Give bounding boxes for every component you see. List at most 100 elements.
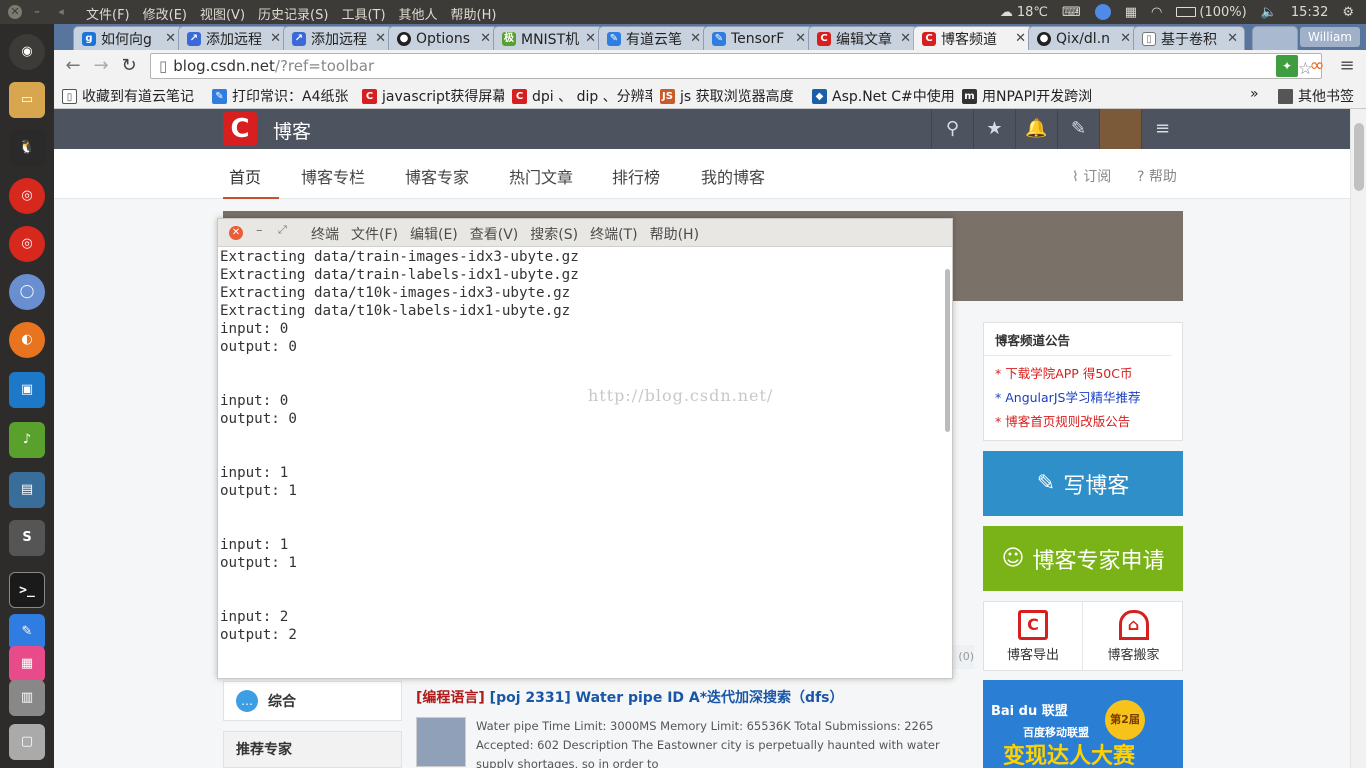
wifi-icon[interactable]: ◠ — [1151, 5, 1162, 20]
close-icon[interactable]: ✕ — [900, 31, 911, 46]
author-avatar[interactable] — [416, 717, 466, 767]
bookmark-item[interactable]: ▯ 收藏到有道云笔记 — [62, 86, 202, 106]
address-bar[interactable]: ▯ blog.csdn.net/?ref=toolbar ☆ — [150, 53, 1322, 79]
terminal-menu-help[interactable]: 帮助(H) — [650, 224, 699, 244]
expert-apply-button[interactable]: ☺ 博客专家申请 — [983, 526, 1183, 591]
article-category[interactable]: [编程语言] — [416, 690, 485, 706]
remote-desktop-icon[interactable]: ▣ — [9, 372, 45, 408]
menu-history[interactable]: 历史记录(S) — [258, 4, 328, 23]
notification-bell-icon[interactable]: 🔔 — [1015, 109, 1057, 149]
menu-icon[interactable]: ≡ — [1336, 55, 1358, 77]
tab[interactable]: 极 MNIST机 ✕ — [493, 26, 603, 50]
menu-file[interactable]: 文件(F) — [86, 4, 130, 23]
calendar-icon[interactable]: ▦ — [1125, 5, 1137, 20]
menu-help[interactable]: 帮助(H) — [451, 4, 497, 23]
tab-active[interactable]: C 博客频道 ✕ — [913, 26, 1033, 50]
terminal-output[interactable]: Extracting data/train-images-idx3-ubyte.… — [220, 248, 940, 678]
close-icon[interactable]: ✕ — [1015, 31, 1026, 46]
baidu-union-ad[interactable]: Bai du 联盟 第2届 百度移动联盟 变现达人大赛 — [983, 680, 1183, 768]
nav-home[interactable]: 首页 — [229, 164, 261, 188]
nav-hot[interactable]: 热门文章 — [509, 164, 573, 188]
menu-edit[interactable]: 修改(E) — [143, 4, 187, 23]
volume-icon[interactable]: 🔈 — [1261, 5, 1277, 20]
close-icon[interactable]: ✕ — [795, 31, 806, 46]
window-close-icon[interactable]: ✕ — [8, 5, 22, 19]
subscribe-link[interactable]: ⌇ 订阅 — [1072, 166, 1111, 186]
keyboard-icon[interactable]: ⌨ — [1062, 5, 1081, 20]
edit-icon[interactable]: ✎ — [1057, 109, 1099, 149]
terminal-menu-terminal[interactable]: 终端(T) — [590, 224, 637, 244]
announcement-item[interactable]: * AngularJS学习精华推荐 — [984, 386, 1182, 410]
tab[interactable]: ✎ TensorF ✕ — [703, 26, 813, 50]
blog-export-button[interactable]: C 博客导出 — [984, 602, 1083, 670]
tab[interactable]: ▯ 基于卷积 ✕ — [1133, 26, 1245, 50]
profile-button[interactable]: William — [1300, 27, 1360, 47]
close-icon[interactable]: ✕ — [1227, 31, 1238, 46]
new-tab-button[interactable] — [1252, 26, 1298, 50]
menu-others[interactable]: 其他人 — [399, 4, 438, 23]
tab[interactable]: ● Qix/dl.n ✕ — [1028, 26, 1138, 50]
ubuntu-dash-icon[interactable]: ◉ — [9, 34, 45, 70]
bookmark-item[interactable]: JS js 获取浏览器高度 — [660, 86, 802, 106]
netease-music-icon-2[interactable]: ◎ — [9, 226, 45, 262]
user-avatar[interactable] — [1099, 109, 1141, 149]
weather-cloud-icon[interactable]: ☁ — [1000, 5, 1013, 20]
close-icon[interactable]: ✕ — [270, 31, 281, 46]
back-arrow-icon[interactable]: ← — [62, 55, 84, 77]
bookmarks-overflow-button[interactable]: » — [1250, 86, 1259, 102]
files-icon[interactable]: ▭ — [9, 82, 45, 118]
bookmark-item[interactable]: ✎ 打印常识：A4纸张 — [212, 86, 352, 106]
terminal-window[interactable]: ✕ – ⤢ 终端 文件(F) 编辑(E) 查看(V) 搜索(S) 终端(T) 帮… — [217, 218, 953, 679]
close-icon[interactable]: ✕ — [690, 31, 701, 46]
article-title-line[interactable]: [编程语言] [poj 2331] Water pipe ID A*迭代加深搜索… — [416, 687, 976, 707]
nav-experts[interactable]: 博客专家 — [405, 164, 469, 188]
close-icon[interactable]: ✕ — [375, 31, 386, 46]
page-scrollbar[interactable] — [1350, 109, 1366, 768]
trash-icon[interactable]: ▥ — [9, 680, 45, 716]
extension-leaf-icon[interactable]: ✦ — [1276, 55, 1298, 77]
image-viewer-icon[interactable]: ▤ — [9, 472, 45, 508]
blog-move-button[interactable]: ⌂ 博客搬家 — [1084, 602, 1183, 670]
temperature-label[interactable]: 18℃ — [1017, 5, 1048, 20]
search-icon[interactable]: ⚲ — [931, 109, 973, 149]
help-link[interactable]: ? 帮助 — [1137, 166, 1177, 186]
bookmark-item[interactable]: Cdpi 、 dip 、分辨率 — [512, 86, 652, 106]
music-player-icon[interactable]: ♪ — [9, 422, 45, 458]
terminal-icon[interactable]: >_ — [9, 572, 45, 608]
gear-icon[interactable]: ⚙ — [1342, 5, 1354, 20]
sublime-text-icon[interactable]: S — [9, 520, 45, 556]
terminal-minimize-icon[interactable]: – — [256, 223, 263, 238]
app-icon-bottom[interactable]: ▢ — [9, 724, 45, 760]
reload-icon[interactable]: ↻ — [118, 55, 140, 77]
tab[interactable]: ✎ 有道云笔 ✕ — [598, 26, 708, 50]
forward-arrow-icon[interactable]: → — [90, 55, 112, 77]
hamburger-menu-icon[interactable]: ≡ — [1141, 109, 1183, 149]
scrollbar-thumb[interactable] — [1354, 123, 1364, 191]
tab[interactable]: ↗ 添加远程 ✕ — [283, 26, 393, 50]
battery-label[interactable]: (100%) — [1199, 5, 1246, 20]
terminal-titlebar[interactable]: ✕ – ⤢ 终端 文件(F) 编辑(E) 查看(V) 搜索(S) 终端(T) 帮… — [218, 219, 952, 247]
category-comprehensive[interactable]: … 综合 — [223, 681, 402, 721]
terminal-maximize-icon[interactable]: ⤢ — [278, 223, 287, 237]
window-restore-icon[interactable]: ◂ — [54, 5, 68, 19]
terminal-scrollbar[interactable] — [945, 269, 950, 432]
csdn-logo[interactable]: C — [223, 112, 257, 146]
nav-columns[interactable]: 博客专栏 — [301, 164, 365, 188]
announcement-item[interactable]: * 博客首页规则改版公告 — [984, 410, 1182, 434]
terminal-menu-search[interactable]: 搜索(S) — [530, 224, 578, 244]
terminal-menu-app[interactable]: 终端 — [311, 224, 339, 244]
menu-view[interactable]: 视图(V) — [200, 4, 245, 23]
terminal-close-icon[interactable]: ✕ — [229, 226, 243, 240]
menu-tools[interactable]: 工具(T) — [341, 4, 385, 23]
nav-ranking[interactable]: 排行榜 — [612, 164, 660, 188]
battery-icon[interactable] — [1176, 7, 1197, 17]
write-blog-button[interactable]: ✎ 写博客 — [983, 451, 1183, 516]
firefox-icon[interactable]: ◐ — [9, 322, 45, 358]
tab[interactable]: C 编辑文章 ✕ — [808, 26, 918, 50]
terminal-menu-view[interactable]: 查看(V) — [470, 224, 519, 244]
csdn-logo-text[interactable]: 博客 — [273, 117, 311, 144]
bookmark-item[interactable]: Cjavascript获得屏幕 — [362, 86, 504, 106]
bookmark-item[interactable]: ◆ Asp.Net C#中使用 — [812, 86, 954, 106]
pencil-app-icon[interactable]: ✎ — [9, 614, 45, 650]
window-minimize-icon[interactable]: – — [30, 5, 44, 19]
